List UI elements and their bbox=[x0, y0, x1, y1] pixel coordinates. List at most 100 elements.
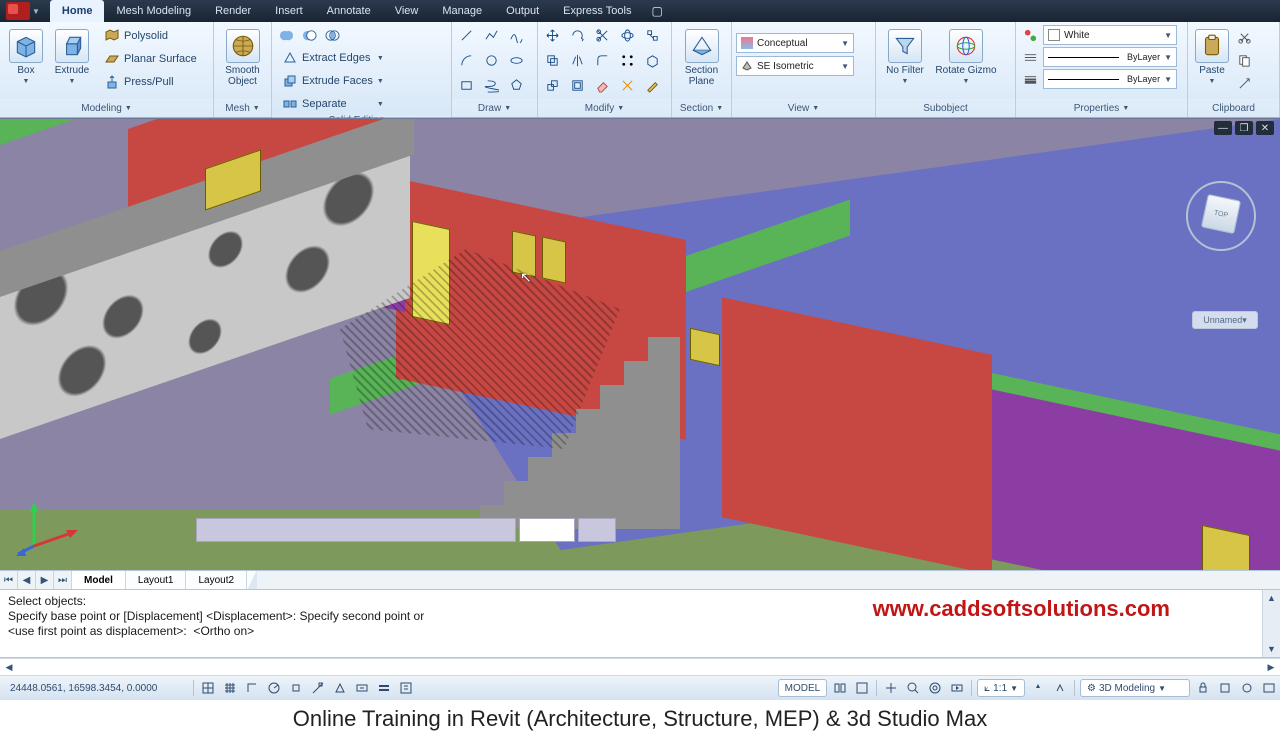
color-combo[interactable]: White▼ bbox=[1043, 25, 1177, 45]
cut-icon[interactable] bbox=[1234, 27, 1255, 48]
union-icon[interactable] bbox=[276, 25, 297, 46]
menu-tab-express-tools[interactable]: Express Tools bbox=[551, 0, 643, 22]
copy-clip-icon[interactable] bbox=[1234, 50, 1255, 71]
annotation-visibility-icon[interactable] bbox=[1027, 678, 1049, 698]
scale-icon[interactable] bbox=[542, 75, 563, 96]
pan-icon[interactable] bbox=[880, 678, 902, 698]
toolbar-lock-icon[interactable] bbox=[1192, 678, 1214, 698]
quickview-drawings-icon[interactable] bbox=[851, 678, 873, 698]
chevron-down-icon[interactable]: ▼ bbox=[716, 105, 723, 112]
chevron-down-icon[interactable]: ▼ bbox=[253, 105, 260, 112]
polyline-icon[interactable] bbox=[481, 25, 502, 46]
viewport-3d[interactable]: ↖ TOP Unnamed ▾ — ❐ ✕ bbox=[0, 118, 1280, 570]
model-space-toggle[interactable]: MODEL bbox=[778, 679, 828, 697]
rotate3d-icon[interactable] bbox=[617, 25, 638, 46]
smooth-object-button[interactable]: Smooth Object bbox=[218, 25, 267, 97]
annotation-autoscale-icon[interactable] bbox=[1049, 678, 1071, 698]
separate-button[interactable]: Separate▼ bbox=[276, 93, 390, 115]
rotate-icon[interactable] bbox=[567, 25, 588, 46]
menu-tab-annotate[interactable]: Annotate bbox=[315, 0, 383, 22]
trim-icon[interactable] bbox=[592, 25, 613, 46]
zoom-icon[interactable] bbox=[902, 678, 924, 698]
hardware-accel-icon[interactable] bbox=[1214, 678, 1236, 698]
osnap-icon[interactable] bbox=[285, 678, 307, 698]
showmotion-icon[interactable] bbox=[946, 678, 968, 698]
explode-icon[interactable] bbox=[617, 75, 638, 96]
command-scrollbar[interactable]: ▲▼ bbox=[1262, 590, 1280, 657]
layout-nav-first[interactable]: ⏮ bbox=[0, 571, 18, 589]
extract-edges-button[interactable]: Extract Edges▼ bbox=[276, 47, 390, 69]
lineweight-combo[interactable]: ByLayer▼ bbox=[1043, 69, 1177, 89]
no-filter-button[interactable]: No Filter ▼ bbox=[880, 25, 930, 97]
dynamic-input[interactable] bbox=[196, 518, 616, 542]
linetype-icon[interactable] bbox=[1020, 47, 1041, 68]
polar-icon[interactable] bbox=[263, 678, 285, 698]
layout-nav-next[interactable]: ▶ bbox=[36, 571, 54, 589]
intersect-icon[interactable] bbox=[322, 25, 343, 46]
extrude-button[interactable]: Extrude ▼ bbox=[50, 25, 94, 97]
layout-tab-layout1[interactable]: Layout1 bbox=[126, 571, 187, 589]
menu-tab-insert[interactable]: Insert bbox=[263, 0, 315, 22]
menu-tab-render[interactable]: Render bbox=[203, 0, 263, 22]
move-icon[interactable] bbox=[542, 25, 563, 46]
otrack-icon[interactable] bbox=[307, 678, 329, 698]
offset-icon[interactable] bbox=[567, 75, 588, 96]
chevron-down-icon[interactable]: ▼ bbox=[125, 105, 132, 112]
lineweight-icon[interactable] bbox=[1020, 69, 1041, 90]
press-pull-button[interactable]: Press/Pull bbox=[98, 71, 203, 93]
mircube-icon[interactable] bbox=[642, 50, 663, 71]
fillet-icon[interactable] bbox=[592, 50, 613, 71]
extrude-faces-button[interactable]: Extrude Faces▼ bbox=[276, 70, 390, 92]
polysolid-button[interactable]: Polysolid bbox=[98, 25, 203, 47]
dyn-icon[interactable] bbox=[351, 678, 373, 698]
copy-icon[interactable] bbox=[542, 50, 563, 71]
menu-tab-view[interactable]: View bbox=[383, 0, 431, 22]
viewcube[interactable]: TOP Unnamed ▾ bbox=[1186, 181, 1256, 251]
menu-tab-manage[interactable]: Manage bbox=[430, 0, 494, 22]
rotate-gizmo-button[interactable]: Rotate Gizmo ▼ bbox=[932, 25, 1000, 97]
chevron-down-icon[interactable]: ▼ bbox=[504, 105, 511, 112]
layout-tab-model[interactable]: Model bbox=[72, 571, 126, 589]
arc-icon[interactable] bbox=[456, 50, 477, 71]
scroll-down-icon[interactable]: ▼ bbox=[1263, 641, 1280, 657]
chevron-down-icon[interactable]: ▼ bbox=[1122, 105, 1129, 112]
helix-icon[interactable] bbox=[481, 75, 502, 96]
chevron-down-icon[interactable]: ▼ bbox=[617, 105, 624, 112]
spline-icon[interactable] bbox=[506, 25, 527, 46]
annotation-scale[interactable]: ⟀1:1▼ bbox=[977, 679, 1025, 697]
grid-icon[interactable] bbox=[219, 678, 241, 698]
ortho-icon[interactable] bbox=[241, 678, 263, 698]
menu-tab-output[interactable]: Output bbox=[494, 0, 551, 22]
help-panel-icon[interactable]: ▢ bbox=[651, 4, 662, 18]
match-properties-icon[interactable] bbox=[1020, 25, 1041, 46]
isolate-objects-icon[interactable] bbox=[1236, 678, 1258, 698]
subtract-icon[interactable] bbox=[299, 25, 320, 46]
app-menu-chevron-icon[interactable]: ▼ bbox=[32, 7, 40, 16]
chevron-down-icon[interactable]: ▼ bbox=[812, 105, 819, 112]
layout-nav-last[interactable]: ⏭ bbox=[54, 571, 72, 589]
ellipse-icon[interactable] bbox=[506, 50, 527, 71]
erase-icon[interactable] bbox=[592, 75, 613, 96]
command-nav-right[interactable]: ▶ bbox=[1262, 662, 1280, 673]
clean-screen-icon[interactable] bbox=[1258, 678, 1280, 698]
view-projection-combo[interactable]: SE Isometric▼ bbox=[736, 56, 854, 76]
restore-icon[interactable]: ❐ bbox=[1235, 121, 1253, 135]
paste-button[interactable]: Paste ▼ bbox=[1192, 25, 1232, 97]
workspace-switcher[interactable]: ⚙3D Modeling▼ bbox=[1080, 679, 1190, 697]
line-icon[interactable] bbox=[456, 25, 477, 46]
scroll-up-icon[interactable]: ▲ bbox=[1263, 590, 1280, 606]
qp-icon[interactable] bbox=[395, 678, 417, 698]
layout-tab-layout2[interactable]: Layout2 bbox=[186, 571, 247, 589]
minimize-icon[interactable]: — bbox=[1214, 121, 1232, 135]
circle-icon[interactable] bbox=[481, 50, 502, 71]
layout-nav-prev[interactable]: ◀ bbox=[18, 571, 36, 589]
ducs-icon[interactable] bbox=[329, 678, 351, 698]
menu-tab-mesh-modeling[interactable]: Mesh Modeling bbox=[104, 0, 203, 22]
lwt-icon[interactable] bbox=[373, 678, 395, 698]
menu-tab-home[interactable]: Home bbox=[50, 0, 105, 22]
viewcube-face-top[interactable]: TOP bbox=[1201, 194, 1241, 234]
steering-wheel-icon[interactable] bbox=[924, 678, 946, 698]
visual-style-combo[interactable]: Conceptual▼ bbox=[736, 33, 854, 53]
command-line[interactable]: ◀ ▶ bbox=[0, 658, 1280, 676]
match-icon[interactable] bbox=[1234, 73, 1255, 94]
